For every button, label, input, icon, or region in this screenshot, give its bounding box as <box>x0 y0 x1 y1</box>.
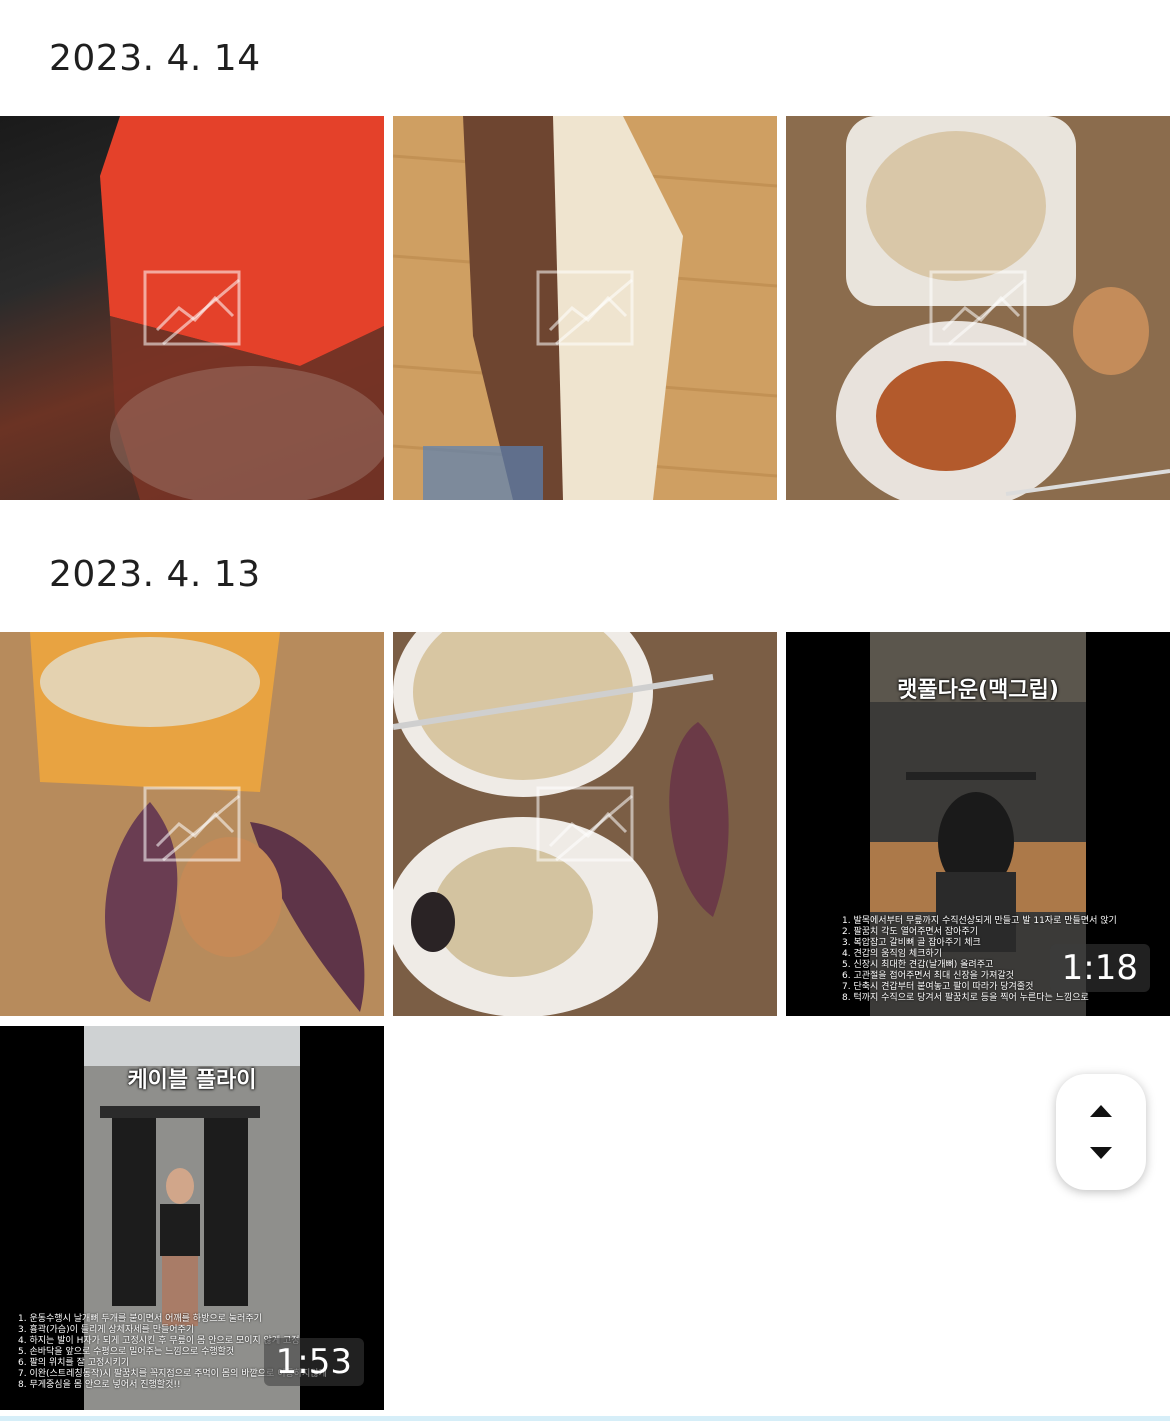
video-duration-badge: 1:53 <box>263 1338 364 1386</box>
video-thumbnail[interactable]: 케이블 플라이 1. 운동수행시 날개뼈 두개를 붙이면서 어깨를 하방으로 눌… <box>0 1026 384 1410</box>
image-placeholder-icon <box>143 786 241 862</box>
image-placeholder-icon <box>536 786 634 862</box>
image-placeholder-icon <box>929 270 1027 346</box>
scroll-control[interactable] <box>1056 1074 1146 1190</box>
video-title: 랫풀다운(맥그립) <box>897 678 1059 703</box>
image-placeholder-icon <box>536 270 634 346</box>
video-title: 케이블 플라이 <box>127 1068 257 1093</box>
image-placeholder-icon <box>143 270 241 346</box>
section-date: 2023. 4. 13 <box>49 554 261 595</box>
photo-thumbnail[interactable] <box>0 116 384 500</box>
bottom-edge-bar <box>0 1416 1170 1421</box>
note-line: 8. 턱까지 수직으로 당겨서 팔꿈치로 등을 찍어 누른다는 느낌으로 <box>842 993 1089 1003</box>
note-line: 1. 발목에서부터 무릎까지 수직선상되게 만들고 발 11자로 만들면서 앉기 <box>842 916 1117 926</box>
photo-thumbnail[interactable] <box>393 632 777 1016</box>
section-date: 2023. 4. 14 <box>49 38 261 79</box>
note-line: 1. 운동수행시 날개뼈 두개를 붙이면서 어깨를 하방으로 눌러주기 <box>18 1314 262 1324</box>
note-line: 2. 팔꿈치 각도 열어주면서 잡아주기 <box>842 927 978 937</box>
photo-thumbnail[interactable] <box>393 116 777 500</box>
photo-thumbnail[interactable] <box>786 116 1170 500</box>
video-duration-badge: 1:18 <box>1049 944 1150 992</box>
photo-thumbnail[interactable] <box>0 632 384 1016</box>
video-thumbnail[interactable]: 랫풀다운(맥그립) 1. 발목에서부터 무릎까지 수직선상되게 만들고 발 11… <box>786 632 1170 1016</box>
note-line: 3. 흉곽(가슴)이 들리게 상체자세를 만들어주기 <box>18 1325 195 1335</box>
triangle-up-icon[interactable] <box>1089 1104 1113 1118</box>
triangle-down-icon[interactable] <box>1089 1146 1113 1160</box>
